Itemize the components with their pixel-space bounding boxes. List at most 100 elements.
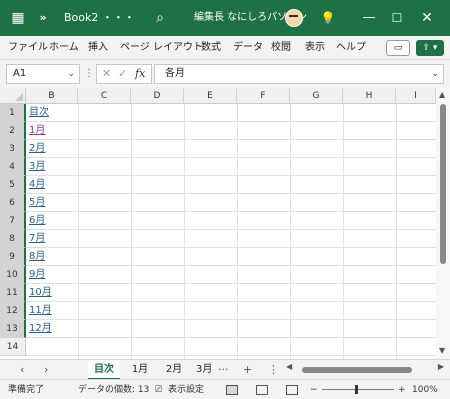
normal-view-icon[interactable] (226, 385, 238, 395)
cancel-icon[interactable]: ✕ (102, 65, 111, 83)
sheet-tab-index[interactable]: 目次 (88, 360, 120, 380)
scroll-down-icon[interactable]: ▼ (439, 346, 445, 355)
link-month-5[interactable]: 5月 (29, 194, 45, 212)
formula-input[interactable]: 各月 ⌄ (154, 64, 444, 84)
row-header-4[interactable]: 4 (0, 158, 26, 176)
column-header-d[interactable]: D (131, 88, 184, 104)
display-settings[interactable]: 表示設定 (168, 380, 204, 399)
tab-next-icon[interactable]: › (44, 360, 48, 380)
menu-file[interactable]: ファイル (8, 36, 48, 60)
page-layout-view-icon[interactable] (256, 385, 268, 395)
worksheet-grid[interactable]: B C D E F G H I 1 2 3 4 5 6 7 8 9 10 11 … (0, 88, 436, 359)
excel-icon[interactable]: ▦ (8, 0, 28, 36)
maximize-button[interactable]: ☐ (390, 0, 404, 36)
link-index[interactable]: 目次 (29, 104, 49, 122)
more-options-icon[interactable]: ⋮ (84, 64, 94, 84)
sheet-tab-jan[interactable]: 1月 (126, 360, 154, 380)
link-month-10[interactable]: 10月 (29, 284, 52, 302)
link-month-8[interactable]: 8月 (29, 248, 45, 266)
row-header-13[interactable]: 13 (0, 320, 26, 338)
link-month-7[interactable]: 7月 (29, 230, 45, 248)
menu-view[interactable]: 表示 (305, 36, 325, 60)
row-header-9[interactable]: 9 (0, 248, 26, 266)
grid-line (26, 283, 436, 284)
row-header-14[interactable]: 14 (0, 338, 26, 356)
enter-icon[interactable]: ✓ (118, 65, 127, 83)
close-button[interactable]: ✕ (420, 0, 434, 36)
link-month-3[interactable]: 3月 (29, 158, 45, 176)
column-header-c[interactable]: C (78, 88, 131, 104)
row-header-10[interactable]: 10 (0, 266, 26, 284)
column-header-b[interactable]: B (26, 88, 78, 104)
search-icon[interactable]: ⌕ (150, 0, 170, 36)
zoom-in-button[interactable]: + (398, 380, 406, 399)
scroll-up-icon[interactable]: ▲ (439, 90, 445, 99)
more-commands-icon[interactable]: » (36, 0, 50, 36)
scroll-thumb[interactable] (302, 367, 412, 373)
row-header-8[interactable]: 8 (0, 230, 26, 248)
chevron-down-icon[interactable]: ⌄ (67, 65, 75, 83)
comment-icon[interactable]: ▭ (386, 40, 410, 56)
status-ready: 準備完了 (8, 385, 45, 395)
link-month-2[interactable]: 2月 (29, 140, 45, 158)
column-header-e[interactable]: E (184, 88, 237, 104)
scroll-left-icon[interactable]: ◀ (286, 362, 292, 371)
zoom-slider[interactable] (322, 385, 394, 394)
grid-line (26, 175, 436, 176)
minimize-button[interactable]: — (362, 0, 376, 36)
row-header-6[interactable]: 6 (0, 194, 26, 212)
document-title[interactable]: Book2 ・・・ (64, 0, 135, 36)
zoom-level[interactable]: 100% (412, 380, 438, 399)
menu-help[interactable]: ヘルプ (336, 36, 366, 60)
sheet-tab-feb[interactable]: 2月 (160, 360, 188, 380)
expand-formula-icon[interactable]: ⌄ (431, 65, 439, 83)
share-icon[interactable]: ⇪ ▾ (416, 40, 444, 56)
row-header-12[interactable]: 12 (0, 302, 26, 320)
menu-page-layout[interactable]: ページ レイアウト (120, 36, 203, 60)
row-header-5[interactable]: 5 (0, 176, 26, 194)
avatar[interactable] (285, 9, 303, 27)
add-sheet-icon[interactable]: + (243, 360, 252, 380)
sheet-tabs-bar: ‹ › 目次 1月 2月 3月 ··· + ⋮ ◀ ▶ (0, 359, 450, 380)
row-header-7[interactable]: 7 (0, 212, 26, 230)
link-month-12[interactable]: 12月 (29, 320, 52, 338)
grid-line (26, 355, 436, 356)
menu-home[interactable]: ホーム (49, 36, 79, 60)
name-box[interactable]: A1 ⌄ (6, 64, 80, 84)
row-header-11[interactable]: 11 (0, 284, 26, 302)
zoom-slider-knob[interactable] (355, 385, 358, 394)
sheet-menu-icon[interactable]: ⋮ (268, 360, 279, 380)
scroll-right-icon[interactable]: ▶ (438, 362, 444, 371)
link-month-11[interactable]: 11月 (29, 302, 52, 320)
sheet-tab-mar[interactable]: 3月 (196, 360, 216, 380)
row-header-3[interactable]: 3 (0, 140, 26, 158)
row-header-2[interactable]: 2 (0, 122, 26, 140)
menu-data[interactable]: データ (233, 36, 263, 60)
scroll-thumb[interactable] (440, 104, 446, 264)
link-month-4[interactable]: 4月 (29, 176, 45, 194)
select-all-corner[interactable] (0, 88, 26, 104)
grid-line (237, 104, 238, 359)
column-header-h[interactable]: H (343, 88, 396, 104)
row-header-1[interactable]: 1 (0, 104, 26, 122)
insert-function-icon[interactable]: fx (135, 65, 145, 83)
column-header-f[interactable]: F (237, 88, 290, 104)
page-break-view-icon[interactable] (286, 385, 298, 395)
link-month-6[interactable]: 6月 (29, 212, 45, 230)
grid-line (26, 337, 436, 338)
tab-prev-icon[interactable]: ‹ (20, 360, 24, 380)
grid-line (26, 229, 436, 230)
menu-formulas[interactable]: 数式 (201, 36, 221, 60)
display-settings-icon[interactable]: ⎚ (155, 380, 162, 399)
zoom-out-button[interactable]: − (310, 380, 318, 399)
link-month-1[interactable]: 1月 (29, 122, 45, 140)
more-sheets-icon[interactable]: ··· (218, 360, 229, 380)
menu-review[interactable]: 校閲 (271, 36, 291, 60)
link-month-9[interactable]: 9月 (29, 266, 45, 284)
menu-insert[interactable]: 挿入 (88, 36, 108, 60)
column-header-g[interactable]: G (290, 88, 343, 104)
column-header-i[interactable]: I (396, 88, 436, 104)
lightbulb-icon[interactable]: 💡 (320, 0, 336, 36)
vertical-scrollbar[interactable]: ▲ ▼ (436, 88, 450, 359)
horizontal-scrollbar[interactable]: ◀ ▶ (286, 362, 444, 375)
